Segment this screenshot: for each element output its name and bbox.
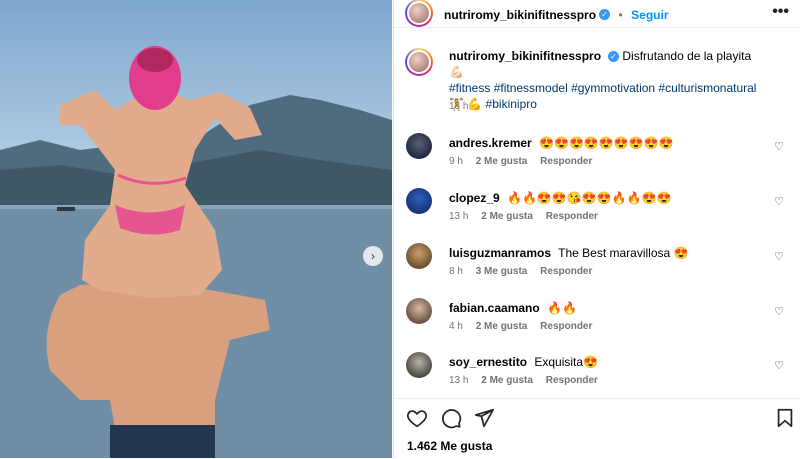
man-shorts [110,425,215,458]
likes-count[interactable]: 1.462 Me gusta [407,439,492,453]
separator-dot: • [618,8,623,22]
comment-bubble-icon[interactable] [440,407,462,429]
comment-avatar[interactable] [406,243,432,269]
comment-likes[interactable]: 2 Me gusta [481,211,533,222]
comment-username[interactable]: luisguzmanramos [449,246,551,260]
reply-button[interactable]: Responder [540,156,592,167]
reply-button[interactable]: Responder [546,211,598,222]
header-user-line: nutriromy_bikinifitnesspro ✓ • Seguir [444,6,668,24]
comment-text: clopez_9 🔥🔥😍😍😘😍😍🔥🔥😍😍 [449,190,769,206]
comment-time: 9 h [449,156,463,167]
comment-time: 8 h [449,266,463,277]
post-photo [0,46,392,458]
avatar-image [409,52,429,72]
comment-likes[interactable]: 2 Me gusta [481,375,533,386]
save-bookmark-icon[interactable] [774,407,796,429]
comment-text: soy_ernestito Exquisita😍 [449,354,769,370]
author-username[interactable]: nutriromy_bikinifitnesspro [444,8,596,22]
comment-body: 😍😍😍😍😍😍😍😍😍 [539,136,674,150]
comment-avatar[interactable] [406,352,432,378]
comment-avatar[interactable] [406,133,432,159]
caption-meta: 13 h [449,101,478,112]
avatar-border [407,50,431,74]
comment-text: fabian.caamano 🔥🔥 [449,300,769,316]
reply-button[interactable]: Responder [540,321,592,332]
comment-meta: 9 h 2 Me gusta Responder [449,156,602,167]
comment-avatar[interactable] [406,298,432,324]
next-image-button[interactable]: › [363,246,383,266]
post-panel: nutriromy_bikinifitnesspro ✓ • Seguir •••… [393,0,800,458]
comment-likes[interactable]: 2 Me gusta [476,321,528,332]
comment-text: luisguzmanramos The Best maravillosa 😍 [449,245,769,261]
comment-avatar[interactable] [406,188,432,214]
comment-body: 🔥🔥😍😍😘😍😍🔥🔥😍😍 [507,191,672,205]
follow-button[interactable]: Seguir [631,8,668,22]
comment-text: andres.kremer 😍😍😍😍😍😍😍😍😍 [449,135,769,151]
comment-username[interactable]: andres.kremer [449,136,532,150]
post-header: nutriromy_bikinifitnesspro ✓ • Seguir ••• [394,0,800,28]
like-comment-heart-icon[interactable]: ♡ [774,250,784,263]
comment-meta: 8 h 3 Me gusta Responder [449,266,602,277]
comment-time: 13 h [449,375,469,386]
chevron-right-icon: › [371,249,375,263]
like-comment-heart-icon[interactable]: ♡ [774,195,784,208]
reply-button[interactable]: Responder [546,375,598,386]
comment-likes[interactable]: 2 Me gusta [476,156,528,167]
like-comment-heart-icon[interactable]: ♡ [774,359,784,372]
comment-time: 13 h [449,211,469,222]
comment-time: 4 h [449,321,463,332]
comment-username[interactable]: fabian.caamano [449,301,540,315]
comment-body: The Best maravillosa 😍 [558,246,689,260]
share-paper-plane-icon[interactable] [473,407,495,429]
more-options-icon[interactable]: ••• [772,3,789,21]
comment-body: 🔥🔥 [547,301,577,315]
post-media[interactable]: › [0,0,392,458]
comment-meta: 4 h 2 Me gusta Responder [449,321,602,332]
caption-avatar[interactable] [405,48,433,76]
post-actions: 1.462 Me gusta [394,398,800,459]
author-avatar[interactable] [405,0,433,27]
caption-username[interactable]: nutriromy_bikinifitnesspro [449,49,601,63]
comment-meta: 13 h 2 Me gusta Responder [449,375,608,386]
reply-button[interactable]: Responder [540,266,592,277]
caption-text: nutriromy_bikinifitnesspro ✓ Disfrutando … [449,48,769,112]
avatar-border [407,1,431,25]
comment-likes[interactable]: 3 Me gusta [476,266,528,277]
comment-username[interactable]: soy_ernestito [449,355,527,369]
hair-bun [137,48,173,72]
comment-body: Exquisita😍 [534,355,599,369]
comments-section: nutriromy_bikinifitnesspro ✓ Disfrutando … [394,28,800,396]
comment-username[interactable]: clopez_9 [449,191,500,205]
like-comment-heart-icon[interactable]: ♡ [774,305,784,318]
like-comment-heart-icon[interactable]: ♡ [774,140,784,153]
caption-hashtags[interactable]: #fitness #fitnessmodel #gymmotivation #c… [449,81,756,111]
like-heart-icon[interactable] [406,407,428,429]
avatar-image [409,3,429,23]
boat [57,207,75,211]
verified-badge-icon: ✓ [608,51,620,63]
caption-time: 13 h [449,101,469,112]
verified-badge-icon: ✓ [599,9,611,21]
comment-meta: 13 h 2 Me gusta Responder [449,211,608,222]
